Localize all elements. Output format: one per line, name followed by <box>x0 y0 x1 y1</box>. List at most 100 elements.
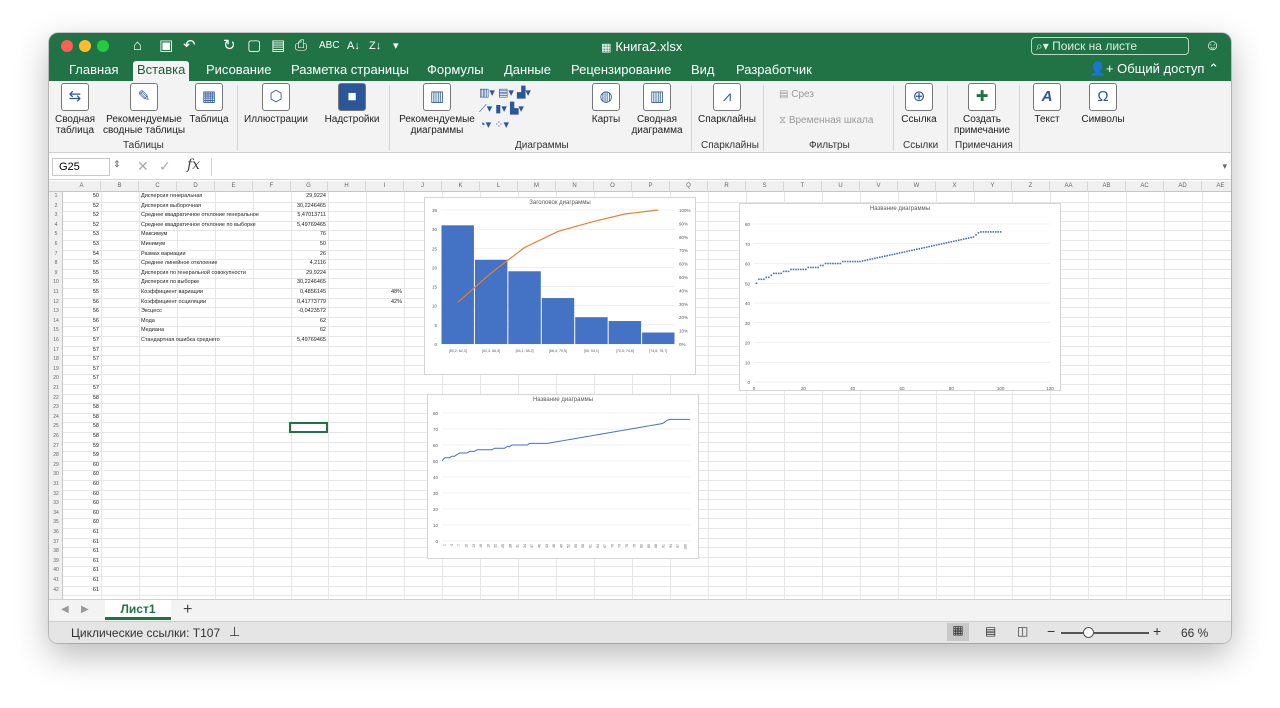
zoom-out-icon[interactable]: − <box>1047 623 1055 639</box>
sort-desc-icon[interactable]: Z↓ <box>369 37 381 55</box>
pivot-table-button[interactable]: ⇆ Сводная таблица <box>55 83 95 136</box>
minimize-window-button[interactable] <box>79 40 91 52</box>
fx-button[interactable]: fx <box>187 157 200 173</box>
tab-developer[interactable]: Разработчик <box>732 61 816 81</box>
recommended-charts-button[interactable]: ▥ Рекомендуемые диаграммы <box>397 83 477 136</box>
zoom-slider[interactable] <box>1061 627 1149 638</box>
tab-home[interactable]: Главная <box>65 61 122 81</box>
zoom-window-button[interactable] <box>97 40 109 52</box>
new-comment-button[interactable]: ✚ Создать примечание <box>949 83 1015 136</box>
spelling-icon[interactable]: ABC <box>319 37 340 55</box>
stat-value: 0,4856145 <box>300 289 326 295</box>
collapse-ribbon-icon: ⌃ <box>1208 61 1219 76</box>
stat-value: 76 <box>319 231 326 238</box>
sort-asc-icon[interactable]: A↓ <box>347 37 360 55</box>
tab-view[interactable]: Вид <box>687 61 719 81</box>
zoom-level[interactable]: 66 % <box>1181 626 1208 640</box>
sheet-tab-list1[interactable]: Лист1 <box>105 600 171 620</box>
sheet-grid[interactable]: A B C D E F G H I J K L M N O P Q R S T U V W X Y Z AA AB AC AD AE 123… <box>49 181 1231 599</box>
home-icon[interactable]: ⌂ <box>133 37 142 55</box>
tab-review[interactable]: Рецензирование <box>567 61 675 81</box>
data-point <box>960 238 962 241</box>
addins-button[interactable]: ■ Надстройки <box>321 83 383 125</box>
x-tick-label: 0 <box>753 386 756 391</box>
series-line <box>441 418 690 462</box>
line-chart[interactable]: Название диаграммы 0 10 20 30 40 50 60 70 80 1 4 7 1… <box>427 394 699 559</box>
text-button[interactable]: A Текст <box>1025 83 1069 125</box>
tab-insert[interactable]: Вставка <box>133 61 190 81</box>
x-tick-label: 16 <box>479 544 483 548</box>
row-header: 32 <box>53 490 59 497</box>
row-header: 7 <box>54 250 58 257</box>
column-header: AD <box>1164 181 1202 192</box>
print-icon[interactable]: ⎙ <box>295 37 307 55</box>
zoom-slider-thumb[interactable] <box>1083 627 1094 638</box>
data-point <box>891 253 893 256</box>
page-break-view-icon[interactable]: ◫ <box>1017 624 1028 638</box>
open-icon[interactable]: ▤ <box>271 37 285 55</box>
recommended-pivot-button[interactable]: ✎ Рекомендуемые сводные таблицы <box>101 83 187 136</box>
line-chart-icon[interactable]: ⟋▾ <box>479 103 492 115</box>
page-layout-view-icon[interactable]: ▤ <box>985 624 996 638</box>
column-chart-icon[interactable]: ▥▾ <box>479 87 495 99</box>
table-button[interactable]: ▦ Таблица <box>187 83 231 125</box>
add-sheet-icon[interactable]: + <box>183 601 192 619</box>
share-button[interactable]: 👤+ Общий доступ ⌃ <box>1090 61 1219 77</box>
slicer-button[interactable]: ▤ Срез <box>779 89 814 100</box>
cell-a: 60 <box>92 490 99 497</box>
x-tick-label: [62,3; 66,4] <box>482 349 500 353</box>
x-tick-label: [54,1; 58,2] <box>516 349 534 353</box>
pie-chart-icon[interactable]: ◔▾ <box>479 119 491 131</box>
title-bar: ⌂ ▣ ↶ ↻ ▢ ▤ ⎙ ABC A↓ Z↓ ▾ ▦ Книга2.xlsx ⌕… <box>49 33 1231 59</box>
tab-data[interactable]: Данные <box>500 61 555 81</box>
data-point <box>834 262 837 265</box>
statistic-chart-icon[interactable]: ▮▾ <box>495 103 507 115</box>
new-document-icon[interactable]: ▢ <box>247 37 261 55</box>
cell-a: 58 <box>92 394 99 401</box>
enter-icon[interactable]: ✓ <box>159 158 171 175</box>
pareto-chart[interactable]: Заголовок диаграммы 0 5 10 15 20 25 30 35 0% 10% 2… <box>424 197 696 375</box>
timeline-button[interactable]: ⧖ Временная шкала <box>779 115 873 126</box>
formula-input[interactable] <box>211 158 1211 176</box>
waterfall-chart-icon[interactable]: ▟▾ <box>517 87 531 99</box>
stat-value: 30,2246465 <box>296 279 326 286</box>
smiley-feedback-icon[interactable]: ☺ <box>1205 37 1220 55</box>
maps-button[interactable]: ◍ Карты <box>589 83 623 125</box>
undo-icon[interactable]: ↶ <box>183 37 196 55</box>
row-header: 8 <box>54 260 58 267</box>
close-window-button[interactable] <box>61 40 73 52</box>
selected-cell-g25[interactable] <box>289 422 328 433</box>
prev-sheet-icon[interactable]: ◀ <box>61 604 69 615</box>
zoom-in-icon[interactable]: + <box>1153 623 1161 639</box>
stat-label: Коэффициент осциляции <box>141 298 207 305</box>
cell-a: 61 <box>92 548 99 555</box>
name-box-stepper-icon[interactable]: ⇕ <box>113 159 121 170</box>
accessibility-icon[interactable]: ⊥ <box>229 624 240 640</box>
redo-icon[interactable]: ↻ <box>223 37 236 55</box>
tab-draw[interactable]: Рисование <box>202 61 275 81</box>
customize-toolbar-icon[interactable]: ▾ <box>393 37 399 55</box>
sparklines-button[interactable]: ⩘ Спарклайны <box>697 83 757 125</box>
hierarchy-chart-icon[interactable]: ▤▾ <box>498 87 514 99</box>
normal-view-icon[interactable]: ▦ <box>947 623 969 641</box>
pivot-chart-button[interactable]: ▥ Сводная диаграмма <box>631 83 683 136</box>
cell-a: 57 <box>92 356 99 363</box>
combo-chart-icon[interactable]: ▙▾ <box>510 103 524 115</box>
name-box[interactable]: G25 <box>52 158 110 176</box>
tab-formulas[interactable]: Формулы <box>423 61 488 81</box>
symbols-button[interactable]: Ω Символы <box>1079 83 1127 125</box>
link-button[interactable]: ⊕ Ссылка <box>897 83 941 125</box>
save-icon[interactable]: ▣ <box>159 37 173 55</box>
y-tick-label: 40 <box>433 475 439 480</box>
expand-formula-icon[interactable]: ▾ <box>1222 161 1227 172</box>
chart-type-gallery[interactable]: ▥▾ ▤▾ ▟▾ ⟋▾ ▮▾ ▙▾ ◔▾ ⁘▾ <box>479 85 583 137</box>
scatter-chart[interactable]: Название диаграммы 0 10 20 30 40 50 60 70 80 0 20 4… <box>739 203 1061 391</box>
illustrations-button[interactable]: ⬡ Иллюстрации <box>243 83 309 125</box>
cancel-icon[interactable]: ✕ <box>137 158 149 175</box>
scatter-chart-icon[interactable]: ⁘▾ <box>494 119 509 131</box>
comment-plus-icon: ✚ <box>968 83 996 111</box>
tab-page-layout[interactable]: Разметка страницы <box>287 61 413 81</box>
circular-refs-status[interactable]: Циклические ссылки: T107 <box>71 626 220 640</box>
search-input[interactable]: ⌕▾ Поиск на листе <box>1031 37 1189 55</box>
next-sheet-icon[interactable]: ▶ <box>81 604 89 615</box>
